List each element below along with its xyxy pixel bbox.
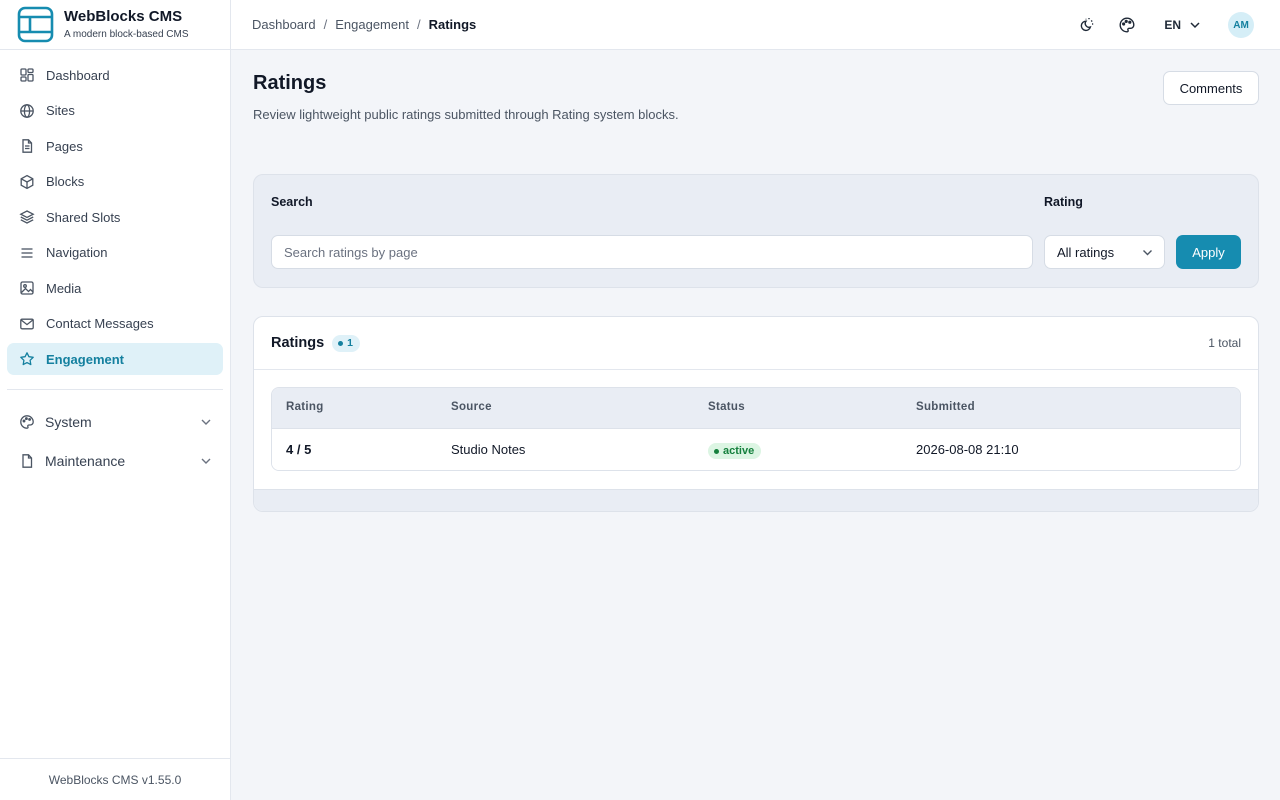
chevron-down-icon (199, 454, 213, 468)
breadcrumb: Dashboard / Engagement / Ratings (252, 17, 476, 32)
sidebar-item-shared-slots[interactable]: Shared Slots (7, 201, 223, 233)
column-header-submitted: Submitted (916, 401, 975, 413)
search-label: Search (271, 195, 313, 209)
sidebar-item-navigation[interactable]: Navigation (7, 237, 223, 269)
rating-select-value: All ratings (1057, 244, 1115, 260)
sidebar-item-label: Navigation (46, 245, 108, 260)
sidebar-item-label: Sites (46, 103, 75, 118)
status-text: active (723, 445, 755, 457)
column-header-source: Source (451, 401, 492, 413)
logo-icon (17, 6, 54, 43)
topbar-actions: EN AM (1054, 0, 1254, 50)
sidebar-nav: Dashboard Sites Pages Blocks Shared Slot… (0, 50, 230, 375)
image-icon (19, 280, 35, 296)
sidebar-group-label: Maintenance (45, 453, 126, 469)
file-icon (19, 453, 35, 469)
sidebar-version: WebBlocks CMS v1.55.0 (0, 758, 230, 800)
language-label: EN (1164, 18, 1181, 32)
rating-select[interactable]: All ratings (1044, 235, 1165, 269)
sidebar: WebBlocks CMS A modern block-based CMS D… (0, 0, 231, 800)
brand-name: WebBlocks CMS (64, 7, 183, 25)
star-icon (19, 351, 35, 367)
chevron-down-icon (1141, 246, 1154, 259)
ratings-list-card: Ratings 1 1 total Rating Source Status S… (253, 316, 1259, 512)
list-title: Ratings (271, 335, 325, 351)
page-subtitle: Review lightweight public ratings submit… (253, 107, 679, 122)
breadcrumb-engagement[interactable]: Engagement (335, 17, 409, 32)
breadcrumb-current: Ratings (428, 17, 477, 32)
breadcrumb-separator: / (323, 17, 328, 32)
sidebar-item-sites[interactable]: Sites (7, 95, 223, 127)
theme-toggle-icon[interactable] (1077, 16, 1095, 34)
palette-icon (19, 414, 35, 430)
brand[interactable]: WebBlocks CMS A modern block-based CMS (0, 0, 230, 50)
layers-icon (19, 209, 35, 225)
sidebar-group-system[interactable]: System (7, 406, 223, 438)
sidebar-item-media[interactable]: Media (7, 272, 223, 304)
table-row[interactable]: 4 / 5 Studio Notes active 2026-08-08 21:… (272, 429, 1240, 470)
sidebar-group-label: System (45, 414, 92, 430)
sidebar-item-engagement[interactable]: Engagement (7, 343, 223, 375)
apply-button[interactable]: Apply (1176, 235, 1241, 269)
sidebar-item-dashboard[interactable]: Dashboard (7, 59, 223, 91)
palette-icon[interactable] (1118, 16, 1136, 34)
filter-panel: Search Rating All ratings Apply (253, 174, 1259, 288)
column-header-rating: Rating (286, 401, 324, 413)
table-header: Rating Source Status Submitted (272, 388, 1240, 429)
cell-rating: 4 / 5 (286, 442, 312, 457)
sidebar-item-label: Contact Messages (46, 316, 154, 331)
sidebar-item-label: Shared Slots (46, 209, 121, 225)
sidebar-divider (7, 389, 223, 390)
menu-icon (19, 245, 35, 261)
topbar: Dashboard / Engagement / Ratings EN AM (231, 0, 1280, 50)
count-value: 1 (347, 337, 354, 349)
cell-submitted: 2026-08-08 21:10 (916, 442, 1019, 457)
page-title: Ratings (253, 72, 327, 94)
dashboard-icon (19, 67, 35, 83)
avatar[interactable]: AM (1228, 12, 1254, 38)
language-switcher[interactable]: EN (1164, 18, 1201, 32)
sidebar-group-maintenance[interactable]: Maintenance (7, 445, 223, 477)
status-dot (714, 448, 719, 454)
sidebar-item-label: Engagement (46, 351, 125, 367)
brand-tagline: A modern block-based CMS (64, 28, 189, 40)
globe-icon (19, 103, 35, 119)
chevron-down-icon (1189, 19, 1201, 31)
rating-filter-label: Rating (1044, 195, 1083, 209)
sidebar-item-contact-messages[interactable]: Contact Messages (7, 308, 223, 340)
sidebar-item-pages[interactable]: Pages (7, 130, 223, 162)
count-badge: 1 (332, 334, 361, 352)
sidebar-item-label: Dashboard (46, 67, 110, 83)
list-total: 1 total (1208, 336, 1241, 350)
document-icon (19, 138, 35, 154)
search-input[interactable] (271, 235, 1033, 269)
ratings-table: Rating Source Status Submitted 4 / 5 Stu… (271, 387, 1241, 471)
chevron-down-icon (199, 415, 213, 429)
breadcrumb-dashboard[interactable]: Dashboard (252, 17, 316, 32)
status-badge: active (708, 443, 762, 459)
list-footer (254, 489, 1258, 511)
sidebar-item-label: Media (46, 280, 82, 296)
sidebar-item-label: Pages (46, 138, 83, 154)
cell-source: Studio Notes (451, 442, 526, 457)
badge-dot (338, 340, 344, 346)
sidebar-item-blocks[interactable]: Blocks (7, 166, 223, 198)
sidebar-item-label: Blocks (46, 174, 85, 189)
column-header-status: Status (708, 401, 745, 413)
cube-icon (19, 174, 35, 190)
breadcrumb-separator: / (416, 17, 421, 32)
comments-button[interactable]: Comments (1163, 71, 1259, 105)
mail-icon (19, 316, 35, 332)
list-header: Ratings 1 1 total (254, 317, 1258, 370)
